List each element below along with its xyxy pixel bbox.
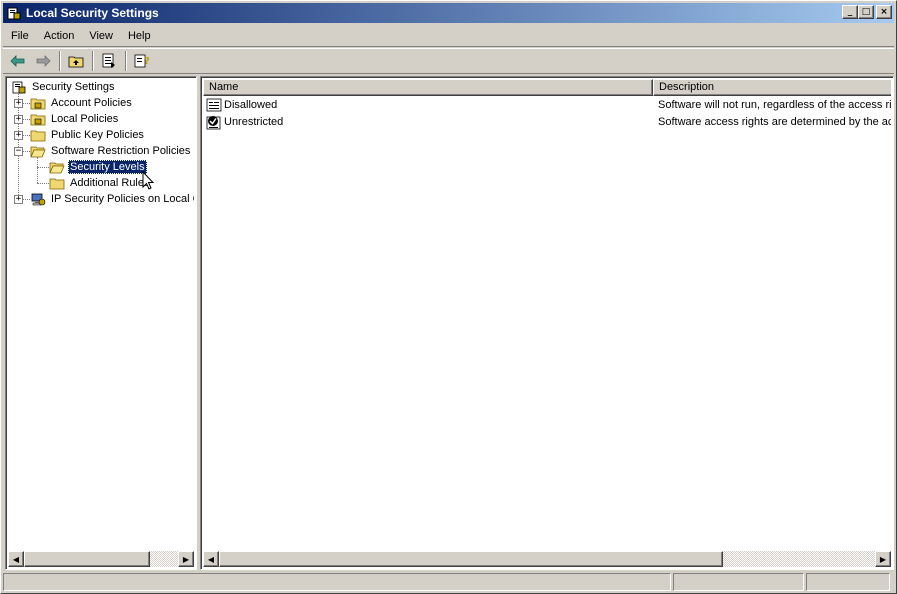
security-settings-icon — [11, 80, 27, 94]
mouse-pointer-icon — [142, 171, 155, 190]
folder-lock-icon — [30, 112, 46, 126]
unrestricted-level-icon — [206, 114, 224, 130]
status-bar — [3, 573, 894, 592]
minimize-button[interactable]: _ — [842, 5, 858, 19]
list-cell-description: Software access rights are determined by… — [658, 116, 891, 128]
tree-label: Public Key Policies — [51, 129, 144, 141]
tree-label: Software Restriction Policies — [51, 145, 191, 157]
tree-line — [37, 157, 38, 183]
tree-label-selected: Security Levels — [68, 160, 147, 174]
maximize-button[interactable]: □ — [858, 5, 874, 19]
forward-arrow-icon — [36, 55, 51, 67]
forward-button[interactable] — [32, 51, 54, 71]
tree-line — [22, 119, 30, 120]
scroll-right-button[interactable]: ▶ — [178, 551, 194, 567]
tree-item-public-key-policies[interactable]: Public Key Policies — [30, 127, 146, 143]
scroll-thumb[interactable] — [24, 551, 150, 567]
open-folder-icon — [49, 160, 65, 174]
help-icon: ? — [134, 54, 150, 68]
scroll-left-button[interactable]: ◀ — [203, 551, 219, 567]
menu-action[interactable]: Action — [37, 27, 82, 45]
scroll-track[interactable] — [219, 551, 875, 567]
tree-line — [37, 183, 49, 184]
main-window: Local Security Settings _ □ × File Actio… — [0, 0, 897, 594]
network-security-icon — [30, 192, 46, 206]
scroll-thumb[interactable] — [219, 551, 723, 567]
results-pane[interactable]: Name Description Disallowed Software wil… — [200, 76, 894, 570]
folder-icon — [49, 176, 65, 190]
toolbar-separator — [59, 51, 61, 71]
tree-item-security-levels[interactable]: Security Levels — [49, 159, 147, 175]
folder-lock-icon — [30, 96, 46, 110]
triangle-right-icon: ▶ — [879, 554, 887, 564]
scroll-right-button[interactable]: ▶ — [875, 551, 891, 567]
tree-label: Security Settings — [32, 81, 115, 93]
back-button[interactable] — [7, 51, 29, 71]
list-cell-name: Unrestricted — [224, 116, 284, 128]
close-button[interactable]: × — [876, 5, 892, 19]
disallowed-level-icon — [206, 97, 224, 113]
scroll-left-button[interactable]: ◀ — [8, 551, 24, 567]
tree-item-ip-security-policies[interactable]: IP Security Policies on Local Co — [30, 191, 194, 207]
up-one-level-button[interactable] — [65, 51, 87, 71]
tree-item-additional-rules[interactable]: Additional Rules — [49, 175, 152, 191]
expand-account-policies[interactable]: + — [14, 99, 23, 108]
help-button[interactable]: ? — [131, 51, 153, 71]
collapse-software-restriction-policies[interactable]: − — [14, 147, 23, 156]
toolbar-separator — [92, 51, 94, 71]
list-row-unrestricted[interactable]: Unrestricted Software access rights are … — [203, 114, 891, 130]
tree-label: Local Policies — [51, 113, 119, 125]
tree-line — [22, 199, 30, 200]
results-horizontal-scrollbar[interactable]: ◀ ▶ — [203, 551, 891, 567]
tree-label: Additional Rules — [70, 177, 150, 189]
expand-local-policies[interactable]: + — [14, 115, 23, 124]
expand-ip-security-policies[interactable]: + — [14, 195, 23, 204]
tree-line — [22, 135, 30, 136]
list-row-disallowed[interactable]: Disallowed Software will not run, regard… — [203, 97, 891, 113]
tree-label: IP Security Policies on Local Co — [51, 193, 194, 205]
open-folder-icon — [30, 144, 46, 158]
triangle-left-icon: ◀ — [12, 554, 20, 564]
export-list-button[interactable] — [98, 51, 120, 71]
triangle-left-icon: ◀ — [207, 554, 215, 564]
up-folder-icon — [68, 56, 84, 68]
scroll-track[interactable] — [24, 551, 178, 567]
export-list-icon — [102, 53, 115, 68]
toolbar: ? — [3, 48, 894, 74]
tree-root-security-settings[interactable]: Security Settings — [11, 79, 117, 95]
folder-icon — [30, 128, 46, 142]
console-tree: Security Settings + Account Policies + L… — [8, 79, 194, 551]
toolbar-separator — [125, 51, 127, 71]
tree-line — [22, 151, 30, 152]
tree-label: Account Policies — [51, 97, 132, 109]
triangle-right-icon: ▶ — [182, 554, 190, 564]
status-panel-main — [3, 573, 671, 591]
list-cell-name: Disallowed — [224, 99, 278, 111]
results-list: Name Description Disallowed Software wil… — [203, 79, 891, 551]
window-title: Local Security Settings — [26, 6, 159, 20]
expand-public-key-policies[interactable]: + — [14, 131, 23, 140]
column-header-name[interactable]: Name — [203, 79, 653, 96]
list-cell-description: Software will not run, regardless of the… — [658, 99, 891, 111]
tree-line — [37, 167, 49, 168]
window-controls: _ □ × — [842, 5, 892, 19]
tree-item-account-policies[interactable]: Account Policies — [30, 95, 134, 111]
column-header-description[interactable]: Description — [653, 79, 891, 96]
svg-text:?: ? — [144, 56, 150, 67]
title-bar[interactable]: Local Security Settings _ □ × — [3, 3, 894, 23]
tree-horizontal-scrollbar[interactable]: ◀ ▶ — [8, 551, 194, 567]
menu-help[interactable]: Help — [121, 27, 158, 45]
tree-item-software-restriction-policies[interactable]: Software Restriction Policies — [30, 143, 192, 159]
status-panel-secondary — [673, 573, 804, 591]
back-arrow-icon — [10, 55, 25, 67]
status-panel-tertiary — [806, 573, 890, 591]
menu-view[interactable]: View — [82, 27, 120, 45]
tree-item-local-policies[interactable]: Local Policies — [30, 111, 120, 127]
tree-line — [22, 103, 30, 104]
menu-bar: File Action View Help — [3, 25, 894, 47]
tree-pane[interactable]: Security Settings + Account Policies + L… — [5, 76, 197, 570]
menu-file[interactable]: File — [4, 27, 36, 45]
security-settings-app-icon — [6, 5, 22, 21]
